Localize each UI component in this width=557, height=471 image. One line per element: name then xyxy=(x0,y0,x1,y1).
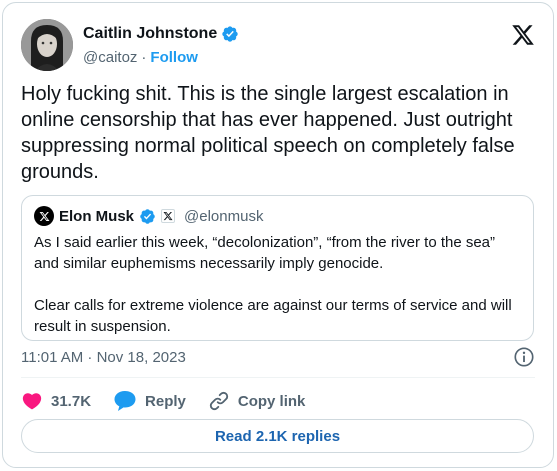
quoted-author-name: Elon Musk xyxy=(59,207,135,225)
tweet-timestamp[interactable]: 11:01 AM · Nov 18, 2023 xyxy=(21,349,186,366)
reply-label: Reply xyxy=(145,392,186,410)
quoted-author-handle: @elonmusk xyxy=(184,207,264,225)
quoted-tweet[interactable]: Elon Musk @elonmusk As I said earlier th… xyxy=(21,195,534,341)
author-handle[interactable]: @caitoz xyxy=(83,49,137,66)
author-name[interactable]: Caitlin Johnstone xyxy=(83,25,217,43)
like-count: 31.7K xyxy=(51,392,92,410)
x-logo-icon[interactable] xyxy=(511,23,535,47)
x-logo-icon xyxy=(39,211,49,221)
x-badge-icon xyxy=(161,209,176,223)
quoted-paragraph: Clear calls for extreme violence are aga… xyxy=(34,297,512,335)
quoted-avatar xyxy=(34,206,54,226)
link-icon xyxy=(209,391,229,411)
reply-bubble-icon xyxy=(114,391,136,411)
handle-separator: · xyxy=(141,49,147,66)
read-replies-button[interactable]: Read 2.1K replies xyxy=(21,419,534,453)
quoted-tweet-header: Elon Musk @elonmusk xyxy=(34,206,263,226)
tweet-header: Caitlin Johnstone @caitoz · Follow xyxy=(21,19,535,73)
tweet-card: Caitlin Johnstone @caitoz · Follow Holy … xyxy=(2,2,554,468)
follow-button[interactable]: Follow xyxy=(150,49,198,66)
verified-badge-icon xyxy=(222,26,238,42)
quoted-paragraph: As I said earlier this week, “decoloniza… xyxy=(34,234,496,272)
avatar-portrait-icon xyxy=(21,19,73,71)
avatar[interactable] xyxy=(21,19,73,71)
copy-link-button[interactable]: Copy link xyxy=(208,390,306,412)
action-bar: 31.7K Reply Copy link xyxy=(21,386,327,416)
info-icon[interactable] xyxy=(513,346,535,368)
heart-icon xyxy=(22,393,42,410)
like-button[interactable]: 31.7K xyxy=(21,390,91,412)
verified-badge-icon xyxy=(140,208,155,224)
author-info: Caitlin Johnstone @caitoz · Follow xyxy=(83,25,239,66)
divider xyxy=(21,377,535,378)
tweet-text: Holy fucking shit. This is the single la… xyxy=(21,83,515,183)
reply-button[interactable]: Reply xyxy=(113,390,186,412)
copy-link-label: Copy link xyxy=(237,392,306,410)
quoted-tweet-text: As I said earlier this week, “decoloniza… xyxy=(34,232,519,337)
